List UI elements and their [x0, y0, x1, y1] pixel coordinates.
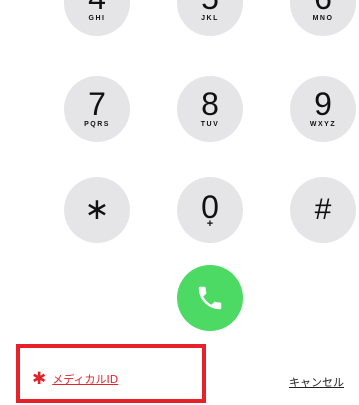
key-digit: 5 [201, 0, 219, 14]
key-4[interactable]: 4 GHI [64, 0, 130, 36]
key-letters: MNO [312, 15, 334, 22]
key-letters: GHI [88, 15, 106, 22]
phone-icon [198, 286, 222, 310]
key-digit: # [314, 193, 332, 226]
key-letters: PQRS [84, 121, 110, 128]
key-digit: 6 [314, 0, 332, 14]
key-digit: ∗ [84, 193, 110, 226]
key-hash[interactable]: # [290, 177, 356, 243]
key-letters: JKL [201, 15, 219, 22]
key-6[interactable]: 6 MNO [290, 0, 356, 36]
call-button[interactable] [177, 265, 243, 331]
highlight-annotation-box [16, 344, 206, 403]
key-5[interactable]: 5 JKL [177, 0, 243, 36]
key-7[interactable]: 7 PQRS [64, 76, 130, 142]
key-star[interactable]: ∗ [64, 177, 130, 243]
emergency-dialer-screen: 4 GHI 5 JKL 6 MNO 7 PQRS 8 TUV 9 WXYZ ∗ … [0, 0, 359, 405]
key-digit: 8 [201, 86, 219, 122]
key-letters: WXYZ [309, 121, 337, 128]
key-digit: 9 [314, 86, 332, 122]
key-letters: + [206, 217, 214, 230]
key-letters: TUV [200, 121, 220, 128]
key-8[interactable]: 8 TUV [177, 76, 243, 142]
key-digit: 0 [201, 188, 219, 225]
key-0[interactable]: 0 + [177, 177, 243, 243]
cancel-button[interactable]: キャンセル [289, 374, 344, 390]
key-digit: 7 [88, 86, 106, 122]
key-digit: 4 [88, 0, 106, 14]
key-9[interactable]: 9 WXYZ [290, 76, 356, 142]
